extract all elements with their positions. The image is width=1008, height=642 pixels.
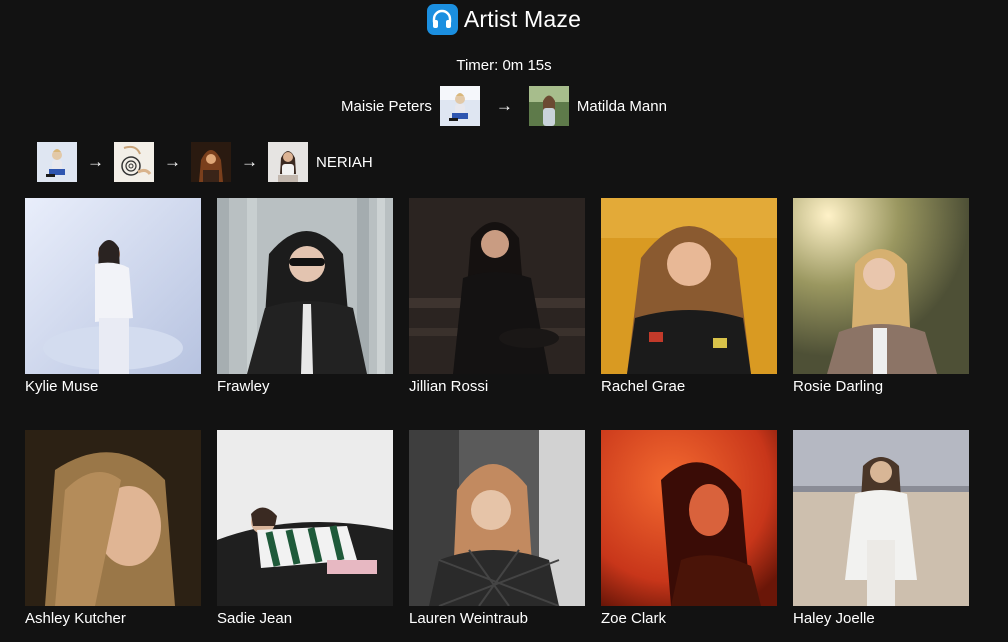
path-step-2-thumbnail[interactable] xyxy=(114,142,154,182)
artist-name: Kylie Muse xyxy=(25,378,99,395)
artist-card[interactable]: Ashley Kutcher xyxy=(25,430,201,627)
artist-photo xyxy=(793,430,969,606)
artist-card[interactable]: Rosie Darling xyxy=(793,198,969,395)
arrow-right-icon: → xyxy=(241,152,258,171)
path-step-4-thumbnail[interactable] xyxy=(268,142,308,182)
artist-name: Frawley xyxy=(217,378,270,395)
current-artist-name: NERIAH xyxy=(316,153,373,171)
start-artist-thumbnail xyxy=(439,86,480,126)
artist-photo xyxy=(25,430,201,606)
timer: Timer: 0m 15s xyxy=(456,57,552,74)
path-step-3-thumbnail[interactable] xyxy=(191,142,231,182)
arrow-right-icon: → xyxy=(495,96,513,115)
artist-name: Zoe Clark xyxy=(601,610,667,627)
artist-name: Rachel Grae xyxy=(601,378,686,395)
artist-card[interactable]: Zoe Clark xyxy=(601,430,777,627)
artist-name: Rosie Darling xyxy=(793,378,884,395)
artist-card[interactable]: Haley Joelle xyxy=(793,430,969,627)
target-artist-name: Matilda Mann xyxy=(576,97,667,115)
artist-name: Haley Joelle xyxy=(793,610,875,627)
app-header: Artist Maze xyxy=(0,0,1008,38)
target-artist-thumbnail xyxy=(528,86,569,126)
route-summary: Maisie Peters → Matilda Mann xyxy=(0,86,1008,126)
path-step-1-thumbnail[interactable] xyxy=(37,142,77,182)
artist-card[interactable]: Kylie Muse xyxy=(25,198,201,395)
artist-name: Jillian Rossi xyxy=(409,378,489,395)
artist-card[interactable]: Sadie Jean xyxy=(217,430,393,627)
artist-name: Ashley Kutcher xyxy=(25,610,126,627)
artist-photo xyxy=(601,198,777,374)
artist-photo xyxy=(409,430,585,606)
artist-name: Lauren Weintraub xyxy=(409,610,528,627)
artist-photo xyxy=(601,430,777,606)
start-artist-name: Maisie Peters xyxy=(341,97,432,115)
app-title: Artist Maze xyxy=(463,5,582,32)
headphones-icon xyxy=(426,3,458,35)
artist-photo xyxy=(409,198,585,374)
artist-photo xyxy=(217,198,393,374)
artist-photo xyxy=(25,198,201,374)
artist-card[interactable]: Rachel Grae xyxy=(601,198,777,395)
current-path: → → → NERIAH xyxy=(37,142,373,182)
artist-card[interactable]: Lauren Weintraub xyxy=(409,430,585,627)
artist-card[interactable]: Frawley xyxy=(217,198,393,395)
artist-card[interactable]: Jillian Rossi xyxy=(409,198,585,395)
artist-photo xyxy=(793,198,969,374)
arrow-right-icon: → xyxy=(164,152,181,171)
arrow-right-icon: → xyxy=(87,152,104,171)
artist-photo xyxy=(217,430,393,606)
artist-name: Sadie Jean xyxy=(217,610,293,627)
